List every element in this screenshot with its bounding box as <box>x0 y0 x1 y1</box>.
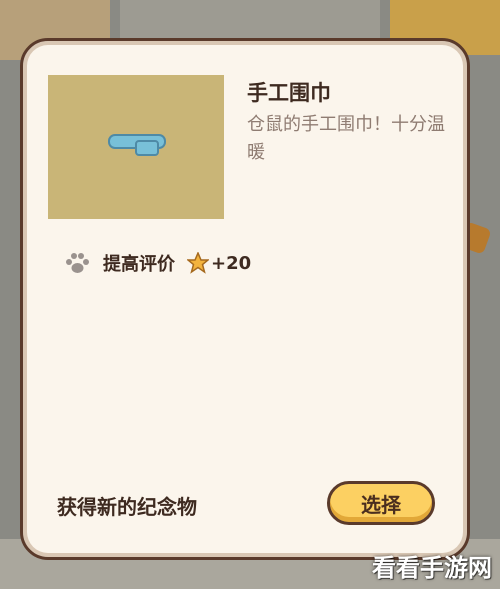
reward-value: +20 <box>211 252 252 274</box>
item-description: 仓鼠的手工围巾！十分温暖 <box>247 114 445 163</box>
star-icon <box>187 252 209 274</box>
scarf-icon <box>108 134 166 156</box>
choose-button[interactable]: 选择 <box>327 481 435 525</box>
item-title: 手工围巾 <box>247 81 331 105</box>
new-souvenir-text: 获得新的纪念物 <box>57 495 197 519</box>
paw-icon <box>66 253 89 273</box>
reward-label: 提高评价 <box>103 254 175 275</box>
souvenir-dialog: 手工围巾 仓鼠的手工围巾！十分温暖 提高评价 +20 获得新的纪念物 选择 <box>20 38 470 560</box>
game-screen: 手工围巾 仓鼠的手工围巾！十分温暖 提高评价 +20 获得新的纪念物 选择 看看… <box>0 0 500 589</box>
item-image <box>48 75 224 219</box>
reward-row: 提高评价 +20 <box>65 249 251 277</box>
watermark-text: 看看手游网 <box>372 554 492 582</box>
